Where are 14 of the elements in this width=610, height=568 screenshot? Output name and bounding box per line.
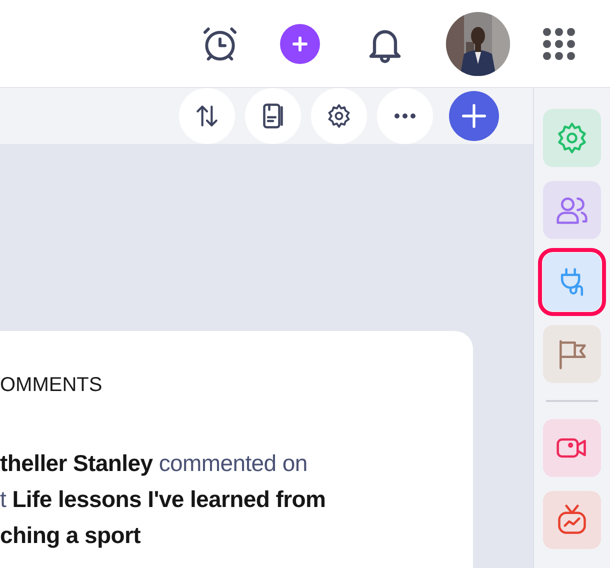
sidebar-button[interactable] [543,325,601,383]
add-button[interactable] [280,24,320,64]
activity-text: t Life lessons I've learned from [0,485,326,514]
sidebar-button[interactable] [543,419,601,477]
more-dots-icon [394,113,416,119]
sidebar-button[interactable] [543,491,601,549]
apps-grid-icon[interactable] [542,26,576,60]
settings-icon [326,103,352,129]
add-button[interactable] [449,91,499,141]
section-heading: OMMENTS [0,373,102,398]
sidebar-button[interactable] [543,181,601,239]
apps-grid-graphic [542,26,576,60]
activity-text: ching a sport [0,521,141,550]
activity-text: theller Stanley commented on [0,449,308,478]
